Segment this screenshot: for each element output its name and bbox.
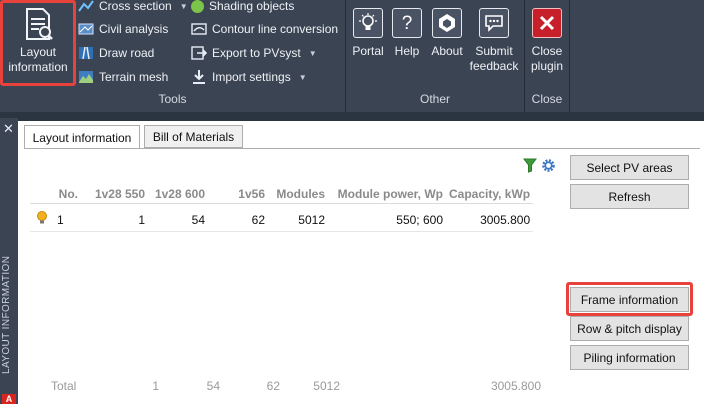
layout-information-panel: Layout information Bill of Materials No.… [18, 121, 704, 404]
contour-line-icon [191, 23, 207, 35]
import-settings-button[interactable]: Import settings ▼ [191, 66, 307, 88]
palette-side-bar: ✕ LAYOUT INFORMATION [0, 118, 18, 404]
total-label: Total [51, 379, 77, 393]
total-1v28-600: 54 [206, 379, 220, 393]
export-to-pvsyst-label: Export to PVsyst [212, 46, 301, 60]
total-row: Total 1 54 62 5012 3005.800 [30, 379, 560, 397]
submit-feedback-button[interactable]: Submit feedback [467, 8, 521, 74]
shading-objects-button[interactable]: Shading objects [191, 0, 294, 17]
tab-bill-of-materials[interactable]: Bill of Materials [144, 125, 243, 148]
cell-1v28-550: 1 [138, 212, 145, 227]
total-1v56: 62 [266, 379, 280, 393]
civil-analysis-button[interactable]: Civil analysis [78, 18, 168, 40]
other-group-label: Other [419, 92, 450, 106]
tools-group-label: Tools [158, 92, 187, 106]
terrain-mesh-icon [79, 71, 93, 83]
cross-section-icon [78, 0, 94, 12]
autocad-logo-icon: A [2, 394, 16, 404]
draw-road-button[interactable]: Draw road [78, 42, 154, 64]
draw-road-label: Draw road [99, 46, 155, 60]
cell-capacity: 3005.800 [480, 212, 531, 227]
ribbon: Layout information Cross section ▼ Civil… [0, 0, 704, 112]
contour-line-conversion-button[interactable]: Contour line conversion [191, 18, 338, 40]
piling-information-button[interactable]: Piling information [570, 345, 689, 370]
shading-objects-icon [191, 0, 204, 13]
export-chevron-down-icon[interactable]: ▼ [309, 49, 317, 58]
layout-information-highlight [0, 0, 76, 86]
column-header-capacity[interactable]: Capacity, kWp [446, 185, 533, 203]
column-header-module-power[interactable]: Module power, Wp [328, 185, 446, 203]
question-mark-icon: ? [392, 8, 422, 38]
shading-objects-label: Shading objects [209, 0, 295, 13]
total-modules: 5012 [313, 379, 340, 393]
about-label: About [431, 44, 463, 58]
help-button[interactable]: ? Help [389, 8, 425, 59]
cross-section-chevron-down-icon[interactable]: ▼ [180, 2, 188, 11]
layout-table: No. 1v28 550 1v28 600 1v56 Modules Modul… [30, 185, 534, 232]
cell-no: 1 [57, 212, 64, 227]
cross-section-label: Cross section [99, 0, 172, 13]
portal-label: Portal [352, 44, 384, 58]
import-icon [193, 70, 205, 84]
portal-button[interactable]: Portal [349, 8, 387, 59]
column-header-no[interactable]: No. [54, 185, 81, 203]
ribbon-separator [569, 0, 570, 112]
total-1v28-550: 1 [152, 379, 159, 393]
tab-layout-information[interactable]: Layout information [24, 125, 140, 149]
palette-close-icon[interactable]: ✕ [3, 121, 14, 137]
cell-modules: 5012 [298, 212, 325, 227]
cross-section-button[interactable]: Cross section ▼ [78, 0, 188, 17]
row-pitch-display-button[interactable]: Row & pitch display [570, 316, 689, 341]
table-header-row: No. 1v28 550 1v28 600 1v56 Modules Modul… [30, 185, 534, 203]
civil-analysis-icon [78, 23, 94, 35]
close-group-label: Close [531, 92, 563, 106]
lightbulb-icon [353, 8, 383, 38]
submit-feedback-label-1: Submit [475, 44, 513, 58]
import-chevron-down-icon[interactable]: ▼ [299, 73, 307, 82]
lightbulb-icon[interactable] [30, 209, 54, 231]
cell-1v56: 62 [251, 212, 265, 227]
cell-1v28-600: 54 [191, 212, 205, 227]
close-icon [532, 8, 562, 38]
submit-feedback-label-2: feedback [469, 59, 519, 73]
column-header-1v28-550[interactable]: 1v28 550 [81, 185, 148, 203]
column-header-1v28-600[interactable]: 1v28 600 [148, 185, 208, 203]
close-plugin-label-1: Close [531, 44, 563, 58]
filter-icon[interactable] [523, 158, 537, 173]
palette-title: LAYOUT INFORMATION [1, 255, 12, 374]
help-label: Help [394, 44, 420, 58]
close-plugin-label-2: plugin [530, 59, 564, 73]
civil-analysis-label: Civil analysis [99, 22, 169, 36]
select-pv-areas-button[interactable]: Select PV areas [570, 155, 689, 180]
about-logo-icon [432, 8, 462, 38]
refresh-button[interactable]: Refresh [570, 184, 689, 209]
tab-divider [24, 148, 700, 149]
gear-icon[interactable] [541, 158, 556, 173]
contour-line-conversion-label: Contour line conversion [212, 22, 339, 36]
terrain-mesh-label: Terrain mesh [99, 70, 169, 84]
about-button[interactable]: About [428, 8, 466, 59]
terrain-mesh-button[interactable]: Terrain mesh [78, 66, 168, 88]
total-capacity: 3005.800 [490, 379, 541, 393]
export-icon [191, 46, 207, 60]
table-row[interactable]: 1 1 54 62 5012 550; 600 3005.800 [30, 209, 534, 231]
import-settings-label: Import settings [212, 70, 291, 84]
cell-module-power: 550; 600 [396, 212, 443, 227]
column-header-1v56[interactable]: 1v56 [208, 185, 268, 203]
export-to-pvsyst-button[interactable]: Export to PVsyst ▼ [191, 42, 317, 64]
close-plugin-button[interactable]: Close plugin [527, 8, 567, 74]
frame-information-highlight [566, 282, 693, 316]
column-header-icon [30, 185, 54, 203]
road-icon [79, 46, 93, 60]
feedback-chat-icon [479, 8, 509, 38]
column-header-modules[interactable]: Modules [268, 185, 328, 203]
